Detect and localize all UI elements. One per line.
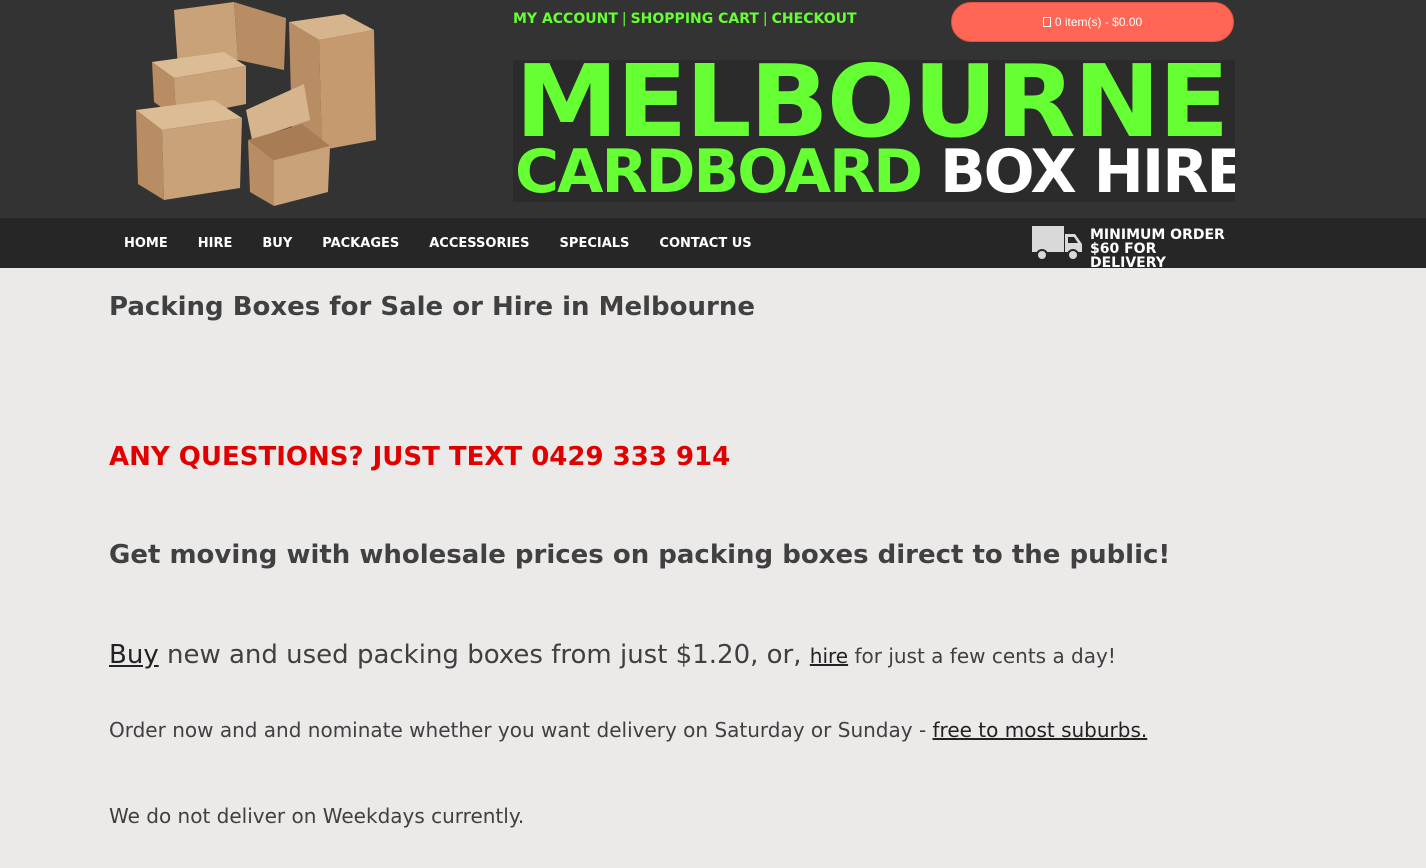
order-text: Order now and and nominate whether you w… [109, 718, 933, 742]
truck-icon [1032, 226, 1082, 261]
delivery-notice: MINIMUM ORDER $60 FOR DELIVERY [1032, 222, 1232, 270]
buy-text: new and used packing boxes from just $1.… [158, 640, 810, 670]
link-separator: | [762, 11, 768, 27]
nav-hire[interactable]: HIRE [198, 236, 233, 251]
nav-accessories[interactable]: ACCESSORIES [429, 236, 529, 251]
shopping-cart-link[interactable]: SHOPPING CART [631, 11, 759, 27]
hire-text: for just a few cents a day! [848, 644, 1116, 668]
delivery-line-2: $60 FOR DELIVERY [1090, 241, 1166, 271]
my-account-link[interactable]: MY ACCOUNT [513, 11, 618, 27]
free-delivery-link[interactable]: free to most suburbs. [933, 718, 1148, 742]
weekday-notice: We do not deliver on Weekdays currently. [109, 804, 525, 828]
cardboard-boxes-image[interactable] [134, 0, 380, 210]
hire-link[interactable]: hire [810, 644, 848, 668]
link-separator: | [621, 11, 627, 27]
nav-contact-us[interactable]: CONTACT US [659, 236, 751, 251]
brand-logo[interactable]: MELBOURNE CARDBOARD BOX HIRE [513, 60, 1235, 202]
questions-banner: ANY QUESTIONS? JUST TEXT 0429 333 914 [109, 442, 731, 472]
delivery-text: MINIMUM ORDER $60 FOR DELIVERY [1090, 228, 1232, 270]
brand-box-hire: BOX HIRE [939, 137, 1235, 202]
cart-button[interactable]: 0 item(s) - $0.00 [951, 2, 1234, 42]
buy-hire-line: Buy new and used packing boxes from just… [109, 640, 1116, 670]
order-line: Order now and and nominate whether you w… [109, 718, 1147, 742]
nav-specials[interactable]: SPECIALS [560, 236, 630, 251]
cart-icon [1042, 17, 1051, 27]
page-title: Packing Boxes for Sale or Hire in Melbou… [109, 292, 755, 322]
checkout-link[interactable]: CHECKOUT [772, 11, 857, 27]
buy-link[interactable]: Buy [109, 640, 159, 670]
cart-summary: 0 item(s) - $0.00 [1054, 15, 1143, 29]
nav-packages[interactable]: PACKAGES [322, 236, 399, 251]
brand-cardboard: CARDBOARD [515, 137, 923, 202]
nav-home[interactable]: HOME [124, 236, 168, 251]
account-links: MY ACCOUNT | SHOPPING CART | CHECKOUT [513, 11, 857, 27]
delivery-line-1: MINIMUM ORDER [1090, 227, 1225, 243]
site-header: MY ACCOUNT | SHOPPING CART | CHECKOUT 0 item… [0, 0, 1426, 218]
brand-subtitle: CARDBOARD BOX HIRE [515, 142, 1235, 202]
tagline: Get moving with wholesale prices on pack… [109, 540, 1171, 570]
nav-buy[interactable]: BUY [262, 236, 292, 251]
